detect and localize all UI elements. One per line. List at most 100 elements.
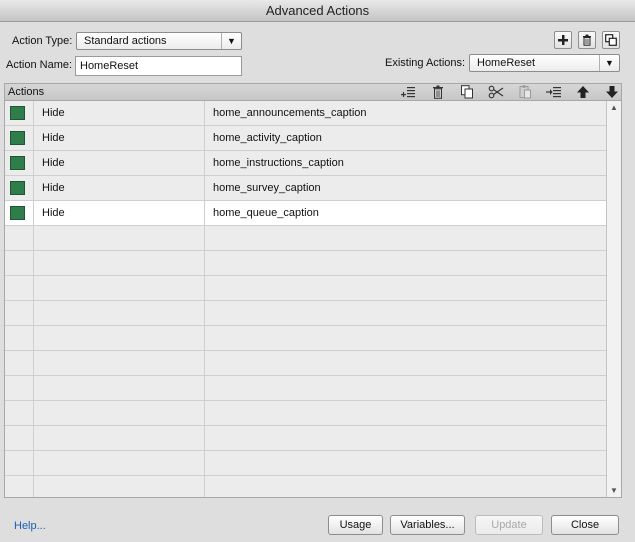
table-row[interactable]: Hide home_survey_caption	[5, 176, 606, 201]
empty-row[interactable]	[5, 226, 606, 251]
existing-actions-select[interactable]: HomeReset ▼	[469, 54, 620, 72]
empty-cell	[205, 301, 606, 325]
existing-actions-value: HomeReset	[477, 57, 536, 69]
table-row[interactable]: Hide home_activity_caption	[5, 126, 606, 151]
empty-cell	[34, 226, 205, 250]
actions-toolbar: Actions	[4, 83, 622, 101]
target-cell: home_instructions_caption	[213, 157, 344, 169]
empty-cell	[5, 401, 34, 425]
empty-cell	[205, 376, 606, 400]
action-type-value: Standard actions	[84, 35, 167, 47]
window-title: Advanced Actions	[0, 0, 635, 22]
color-swatch	[10, 181, 25, 195]
insert-icon[interactable]	[546, 85, 562, 99]
empty-row[interactable]	[5, 301, 606, 326]
usage-button[interactable]: Usage	[328, 515, 383, 535]
target-cell: home_survey_caption	[213, 182, 321, 194]
empty-cell	[5, 376, 34, 400]
empty-cell	[205, 476, 606, 497]
empty-cell	[5, 251, 34, 275]
command-cell: Hide	[34, 176, 205, 200]
vertical-scrollbar[interactable]: ▲ ▼	[606, 101, 621, 497]
empty-cell	[34, 451, 205, 475]
duplicate-action-button[interactable]	[602, 31, 620, 49]
row-color-cell	[5, 101, 34, 125]
empty-cell	[34, 351, 205, 375]
empty-row[interactable]	[5, 251, 606, 276]
empty-cell	[205, 251, 606, 275]
empty-cell	[205, 351, 606, 375]
target-cell: home_queue_caption	[213, 207, 319, 219]
table-row[interactable]: Hide home_instructions_caption	[5, 151, 606, 176]
empty-row[interactable]	[5, 376, 606, 401]
color-swatch	[10, 106, 25, 120]
command-cell: Hide	[34, 101, 205, 125]
action-type-select[interactable]: Standard actions ▼	[76, 32, 242, 50]
scroll-down-icon[interactable]: ▼	[610, 486, 618, 495]
scroll-up-icon[interactable]: ▲	[610, 103, 618, 112]
help-link[interactable]: Help...	[14, 520, 46, 532]
empty-cell	[205, 451, 606, 475]
update-button[interactable]: Update	[475, 515, 543, 535]
empty-cell	[34, 326, 205, 350]
delete-action-button[interactable]	[578, 31, 596, 49]
variables-button[interactable]: Variables...	[390, 515, 465, 535]
delete-icon[interactable]	[430, 85, 446, 99]
chevron-down-icon: ▼	[599, 55, 619, 71]
empty-row[interactable]	[5, 451, 606, 476]
empty-cell	[5, 476, 34, 497]
color-swatch	[10, 206, 25, 220]
empty-cell	[205, 226, 606, 250]
empty-cell	[205, 426, 606, 450]
empty-cell	[205, 401, 606, 425]
command-cell: Hide	[34, 151, 205, 175]
add-action-button[interactable]	[554, 31, 572, 49]
empty-cell	[34, 376, 205, 400]
add-row-icon[interactable]	[401, 85, 417, 99]
action-type-label: Action Type:	[12, 35, 73, 47]
empty-cell	[5, 451, 34, 475]
empty-cell	[34, 476, 205, 497]
move-down-icon[interactable]	[604, 85, 620, 99]
empty-cell	[5, 326, 34, 350]
empty-cell	[205, 276, 606, 300]
plus-icon	[558, 35, 568, 45]
empty-cell	[5, 301, 34, 325]
existing-actions-label: Existing Actions:	[385, 57, 466, 69]
row-color-cell	[5, 201, 34, 225]
empty-cell	[5, 426, 34, 450]
empty-cell	[34, 401, 205, 425]
close-button[interactable]: Close	[551, 515, 619, 535]
empty-row[interactable]	[5, 276, 606, 301]
empty-cell	[34, 301, 205, 325]
target-cell: home_announcements_caption	[213, 107, 367, 119]
empty-cell	[205, 326, 606, 350]
chevron-down-icon: ▼	[221, 33, 241, 49]
color-swatch	[10, 156, 25, 170]
empty-row[interactable]	[5, 476, 606, 497]
empty-row[interactable]	[5, 351, 606, 376]
actions-panel-title: Actions	[8, 86, 45, 98]
cut-icon[interactable]	[488, 85, 504, 99]
action-name-input[interactable]: HomeReset	[75, 56, 242, 76]
paste-icon[interactable]	[517, 85, 533, 99]
color-swatch	[10, 131, 25, 145]
empty-cell	[5, 351, 34, 375]
empty-cell	[34, 426, 205, 450]
copy-icon[interactable]	[459, 85, 475, 99]
trash-icon	[583, 34, 591, 46]
empty-row[interactable]	[5, 326, 606, 351]
target-cell: home_activity_caption	[213, 132, 322, 144]
move-up-icon[interactable]	[575, 85, 591, 99]
duplicate-icon	[605, 34, 617, 46]
actions-grid[interactable]: Hide home_announcements_caption Hide home_a…	[4, 100, 622, 498]
empty-cell	[34, 276, 205, 300]
row-color-cell	[5, 151, 34, 175]
table-row[interactable]: Hide home_announcements_caption	[5, 101, 606, 126]
empty-cell	[34, 251, 205, 275]
empty-row[interactable]	[5, 401, 606, 426]
command-cell: Hide	[34, 126, 205, 150]
table-row[interactable]: Hide home_queue_caption	[5, 201, 606, 226]
empty-row[interactable]	[5, 426, 606, 451]
empty-cell	[5, 226, 34, 250]
